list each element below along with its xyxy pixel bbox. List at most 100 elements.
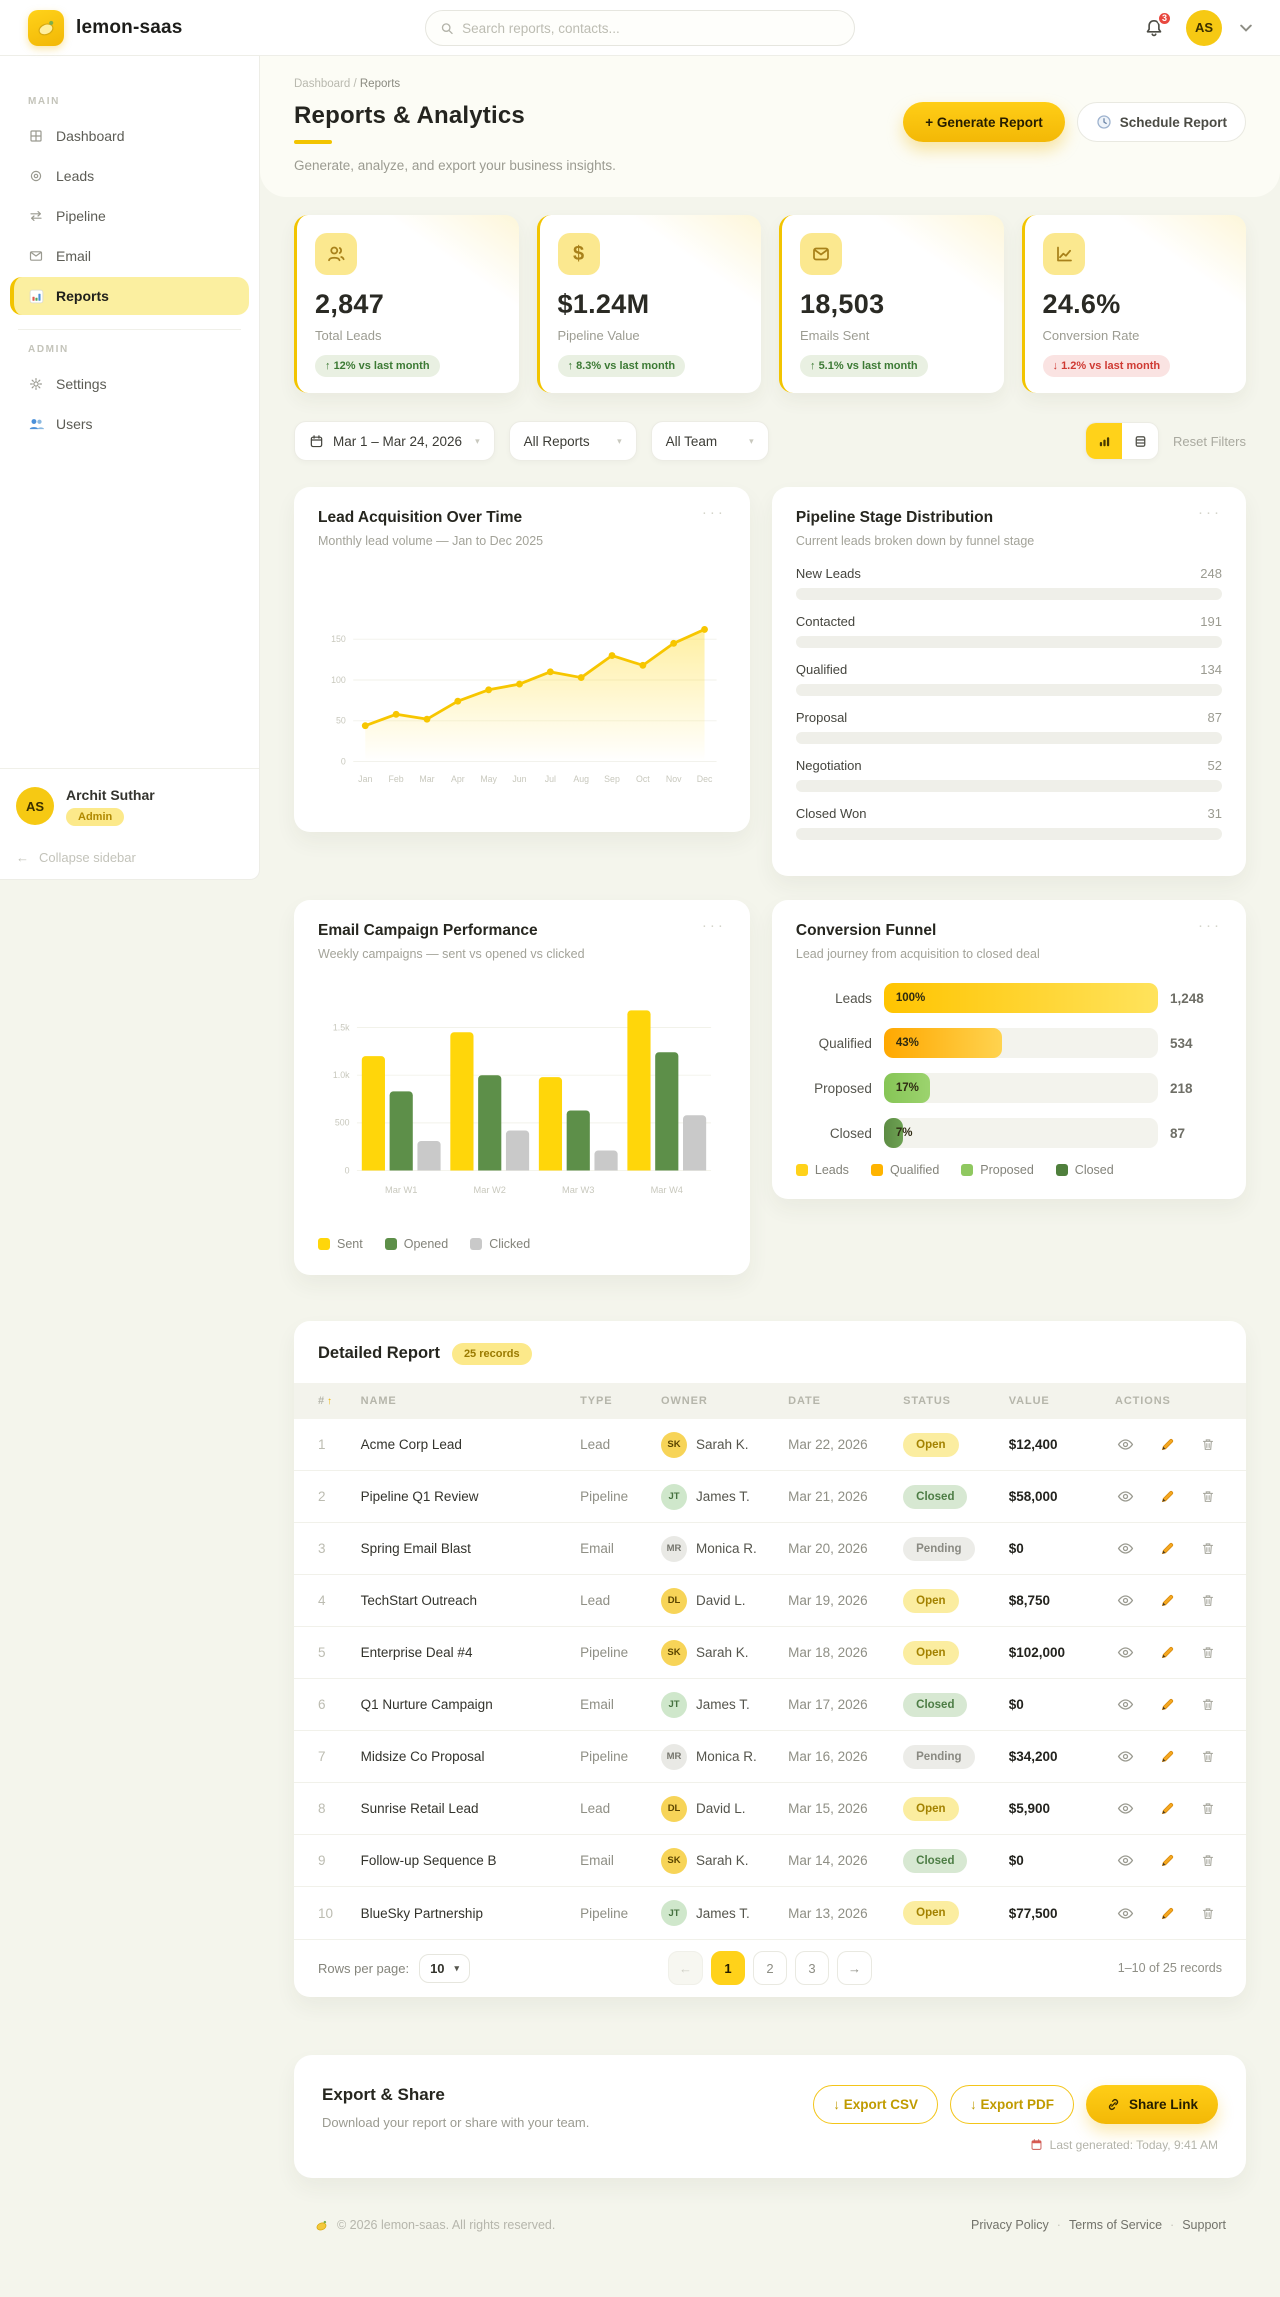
edit-row-button[interactable] [1158, 1643, 1177, 1662]
sidebar-item-pipeline[interactable]: Pipeline [10, 197, 249, 235]
footer-link-support[interactable]: Support [1182, 2218, 1226, 2232]
site-footer: © 2026 lemon-saas. All rights reserved. … [260, 2178, 1280, 2267]
edit-row-button[interactable] [1158, 1851, 1177, 1870]
view-row-button[interactable] [1115, 1540, 1136, 1557]
delete-row-button[interactable] [1199, 1799, 1217, 1818]
cell-num: 10 [294, 1887, 351, 1939]
row-actions [1115, 1799, 1236, 1818]
card-menu-button[interactable]: ··· [1198, 509, 1222, 517]
sidebar-item-dashboard[interactable]: Dashboard [10, 117, 249, 155]
delete-row-button[interactable] [1199, 1851, 1217, 1870]
pagination-next-button[interactable]: → [837, 1951, 872, 1985]
delete-row-button[interactable] [1199, 1904, 1217, 1923]
edit-row-button[interactable] [1158, 1487, 1177, 1506]
cell-owner: SKSarah K. [651, 1835, 778, 1887]
chart-subtitle: Monthly lead volume — Jan to Dec 2025 [318, 534, 543, 548]
sidebar-item-label: Email [56, 248, 91, 264]
export-csv-button[interactable]: ↓ Export CSV [813, 2085, 938, 2124]
view-row-button[interactable] [1115, 1800, 1136, 1817]
edit-row-button[interactable] [1158, 1695, 1177, 1714]
email-chart-legend: SentOpenedClicked [318, 1237, 726, 1251]
sidebar-item-label: Pipeline [56, 208, 106, 224]
chevron-down-icon[interactable] [1240, 24, 1252, 32]
pencil-icon [1160, 1749, 1175, 1764]
column-header-num[interactable]: #↑ [294, 1383, 351, 1419]
legend-swatch [871, 1164, 883, 1176]
footer-link-privacy-policy[interactable]: Privacy Policy [971, 2218, 1049, 2232]
cell-status: Open [893, 1419, 999, 1471]
kpi-label: Emails Sent [800, 328, 986, 343]
global-search[interactable] [425, 10, 855, 46]
edit-row-button[interactable] [1158, 1747, 1177, 1766]
schedule-report-button[interactable]: Schedule Report [1077, 102, 1246, 142]
cell-status: Pending [893, 1523, 999, 1575]
owner: JTJames T. [661, 1900, 768, 1926]
reset-filters-link[interactable]: Reset Filters [1173, 434, 1246, 449]
sidebar-item-settings[interactable]: Settings [10, 365, 249, 403]
table-view-toggle[interactable] [1122, 423, 1158, 459]
view-row-button[interactable] [1115, 1592, 1136, 1609]
team-select[interactable]: All Team ▾ [651, 421, 769, 461]
cell-actions [1105, 1887, 1246, 1939]
delete-row-button[interactable] [1199, 1487, 1217, 1506]
delete-row-button[interactable] [1199, 1591, 1217, 1610]
kpi-trend-badge: ↑ 8.3% vs last month [558, 355, 686, 377]
cell-value: $0 [999, 1523, 1105, 1575]
pagination-prev-button[interactable]: ← [668, 1951, 703, 1985]
status-badge: Open [903, 1433, 958, 1457]
cell-actions [1105, 1419, 1246, 1471]
cell-date: Mar 14, 2026 [778, 1835, 893, 1887]
search-icon [440, 21, 454, 36]
breadcrumb-parent[interactable]: Dashboard [294, 78, 350, 90]
card-menu-button[interactable]: ··· [702, 922, 726, 930]
delete-row-button[interactable] [1199, 1695, 1217, 1714]
pagination-page-3[interactable]: 3 [795, 1951, 829, 1985]
column-header-type: TYPE [570, 1383, 651, 1419]
pagination-page-1[interactable]: 1 [711, 1951, 745, 1985]
delete-row-button[interactable] [1199, 1539, 1217, 1558]
sidebar-item-email[interactable]: Email [10, 237, 249, 275]
chart-view-toggle[interactable] [1086, 423, 1122, 459]
view-row-button[interactable] [1115, 1905, 1136, 1922]
search-input[interactable] [462, 21, 840, 36]
rows-per-page-select[interactable]: 10 ▾ [419, 1954, 470, 1983]
kpi-value: 24.6% [1043, 289, 1229, 320]
view-row-button[interactable] [1115, 1436, 1136, 1453]
sidebar-item-leads[interactable]: Leads [10, 157, 249, 195]
pagination-page-2[interactable]: 2 [753, 1951, 787, 1985]
page-title: Reports & Analytics [294, 102, 525, 130]
view-row-button[interactable] [1115, 1748, 1136, 1765]
user-avatar[interactable]: AS [1186, 10, 1222, 46]
edit-row-button[interactable] [1158, 1904, 1177, 1923]
card-menu-button[interactable]: ··· [702, 509, 726, 517]
cell-name: Q1 Nurture Campaign [351, 1679, 571, 1731]
date-range-value: Mar 1 – Mar 24, 2026 [333, 434, 462, 449]
sidebar-item-users[interactable]: Users [10, 405, 249, 443]
view-row-button[interactable] [1115, 1644, 1136, 1661]
stage-name: Negotiation [796, 758, 862, 773]
date-range-picker[interactable]: Mar 1 – Mar 24, 2026 ▾ [294, 421, 495, 461]
export-pdf-button[interactable]: ↓ Export PDF [950, 2085, 1074, 2124]
view-row-button[interactable] [1115, 1488, 1136, 1505]
owner: MRMonica R. [661, 1536, 768, 1562]
cell-status: Open [893, 1783, 999, 1835]
delete-row-button[interactable] [1199, 1435, 1217, 1454]
notifications-button[interactable]: 3 [1140, 14, 1168, 42]
collapse-sidebar-button[interactable]: ← Collapse sidebar [0, 832, 259, 865]
delete-row-button[interactable] [1199, 1643, 1217, 1662]
delete-row-button[interactable] [1199, 1747, 1217, 1766]
footer-link-terms-of-service[interactable]: Terms of Service [1069, 2218, 1162, 2232]
eye-icon [1117, 1490, 1134, 1503]
edit-row-button[interactable] [1158, 1591, 1177, 1610]
view-row-button[interactable] [1115, 1696, 1136, 1713]
card-menu-button[interactable]: ··· [1198, 922, 1222, 930]
share-link-button[interactable]: Share Link [1086, 2085, 1218, 2124]
edit-row-button[interactable] [1158, 1539, 1177, 1558]
report-type-select[interactable]: All Reports ▾ [509, 421, 637, 461]
edit-row-button[interactable] [1158, 1435, 1177, 1454]
generate-report-button[interactable]: + Generate Report [903, 102, 1064, 142]
kpi-card-pipeline-value: $ $1.24M Pipeline Value ↑ 8.3% vs last m… [537, 215, 762, 393]
view-row-button[interactable] [1115, 1852, 1136, 1869]
edit-row-button[interactable] [1158, 1799, 1177, 1818]
sidebar-item-reports[interactable]: Reports [10, 277, 249, 315]
